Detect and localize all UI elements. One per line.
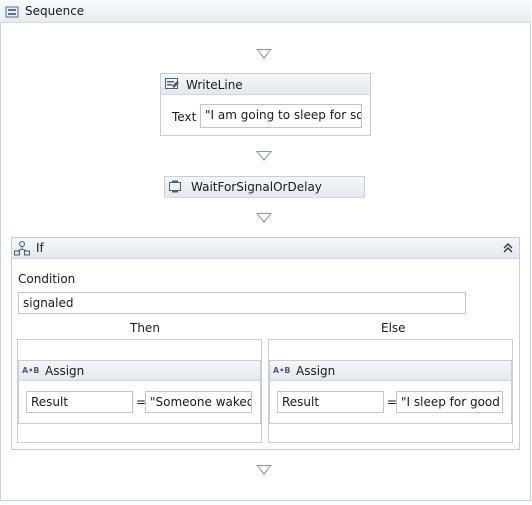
if-header[interactable]	[12, 238, 519, 259]
if-title: If	[36, 241, 44, 255]
else-assign-title: Assign	[296, 364, 336, 378]
else-label: Else	[381, 321, 406, 335]
drop-target-arrow-2-inner	[258, 152, 270, 159]
drop-target-arrow-1-inner	[258, 50, 270, 57]
assign-icon: A•B	[273, 366, 291, 375]
waitforsignalordelay-title: WaitForSignalOrDelay	[191, 180, 322, 194]
collapse-icon[interactable]	[502, 242, 514, 254]
sequence-title: Sequence	[25, 4, 85, 18]
condition-label: Condition	[18, 272, 76, 286]
sequence-icon	[5, 5, 19, 19]
drop-target-arrow-4-inner	[258, 466, 270, 473]
drop-target-arrow-3-inner	[258, 214, 270, 221]
writeline-title: WriteLine	[186, 78, 243, 92]
assign-icon: A•B	[22, 366, 40, 375]
if-icon	[14, 241, 30, 256]
writeline-text-label: Text	[172, 110, 197, 124]
condition-input[interactable]: signaled	[18, 292, 466, 314]
else-assign-value-input[interactable]: "I sleep for good du	[396, 391, 503, 413]
writeline-text-input[interactable]: "I am going to sleep for some	[200, 104, 362, 128]
then-assign-value-input[interactable]: "Someone waked n	[145, 391, 252, 413]
else-assign-to-input[interactable]: Result	[277, 391, 384, 413]
activity-icon	[168, 180, 183, 193]
then-label: Then	[130, 321, 160, 335]
then-assign-to-input[interactable]: Result	[26, 391, 133, 413]
then-assign-title: Assign	[45, 364, 85, 378]
writeline-icon	[165, 77, 180, 91]
